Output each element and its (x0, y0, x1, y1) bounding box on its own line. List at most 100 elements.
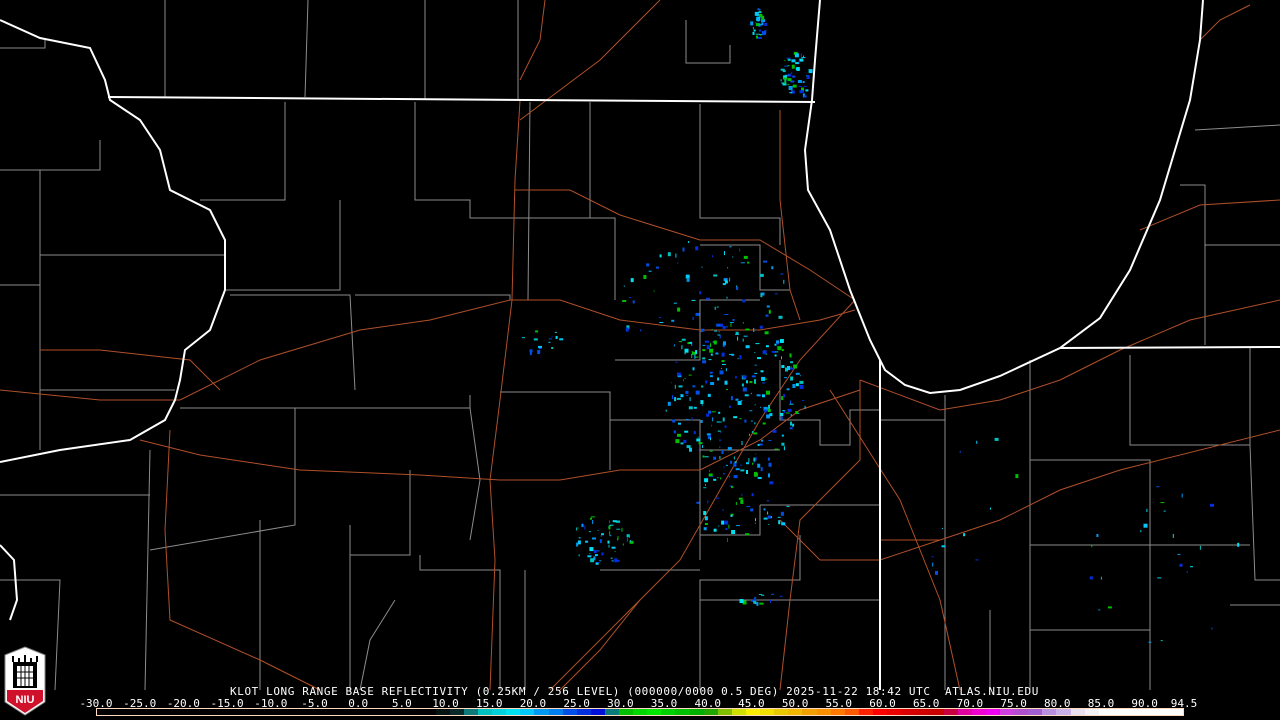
echo-pixel (791, 64, 795, 69)
echo-pixel (622, 543, 624, 546)
echo-pixel (724, 425, 727, 428)
echo-pixel (713, 274, 718, 277)
echo-pixel (577, 527, 579, 529)
echo-pixel (803, 95, 807, 98)
echo-pixel (784, 74, 789, 76)
echo-pixel (755, 456, 757, 461)
echo-pixel (742, 338, 744, 342)
echo-pixel (709, 348, 714, 353)
colorbar-swatch (929, 709, 944, 715)
echo-pixel (601, 533, 604, 536)
echo-pixel (749, 381, 753, 384)
echo-pixel (975, 559, 979, 561)
colorbar-swatch (661, 709, 676, 715)
echo-pixel (693, 406, 697, 409)
echo-pixel (725, 368, 727, 372)
echo-pixel (554, 331, 557, 333)
echo-pixel (786, 57, 791, 59)
colorbar-swatch (308, 709, 323, 715)
echo-pixel (787, 78, 792, 82)
echo-pixel (805, 89, 809, 92)
echo-pixel (737, 358, 739, 360)
echo-pixel (675, 361, 678, 363)
echo-pixel (646, 263, 650, 267)
echo-pixel (783, 394, 786, 398)
echo-pixel (596, 550, 600, 552)
echo-pixel (754, 422, 756, 425)
echo-pixel (942, 527, 943, 529)
echo-pixel (761, 376, 766, 381)
echo-pixel (751, 375, 756, 378)
echo-pixel (724, 520, 729, 525)
colorbar-swatch (1098, 709, 1113, 715)
echo-pixel (730, 322, 732, 327)
echo-pixel (777, 516, 781, 518)
echo-pixel (776, 346, 778, 349)
echo-pixel (777, 346, 782, 351)
echo-pixel (692, 367, 695, 371)
echo-pixel (752, 462, 753, 465)
echo-pixel (714, 306, 716, 310)
echo-pixel (691, 354, 693, 358)
echo-pixel (576, 527, 578, 531)
echo-pixel (711, 424, 713, 427)
echo-pixel (755, 518, 756, 522)
colorbar-swatch (1014, 709, 1029, 715)
echo-pixel (733, 475, 738, 479)
echo-pixel (1089, 576, 1093, 580)
colorbar-swatch (943, 709, 958, 715)
echo-pixel (799, 380, 804, 384)
echo-pixel (610, 557, 613, 559)
echo-pixel (713, 456, 717, 460)
colorbar-swatch (97, 709, 112, 715)
echo-pixel (760, 293, 763, 298)
echo-pixel (739, 355, 742, 360)
echo-pixel (994, 437, 999, 441)
echo-pixel (672, 419, 676, 423)
echo-pixel (621, 527, 623, 532)
echo-pixel (760, 467, 763, 472)
colorbar-swatch (421, 709, 436, 715)
echo-pixel (623, 285, 625, 287)
echo-pixel (702, 455, 705, 458)
colorbar-swatch (223, 709, 239, 715)
echo-pixel (731, 486, 734, 489)
colorbar-swatch (957, 709, 972, 715)
colorbar-swatch (971, 709, 986, 715)
echo-pixel (629, 540, 631, 542)
echo-pixel (591, 516, 595, 518)
echo-pixel (701, 266, 703, 268)
echo-pixel (776, 340, 779, 344)
colorbar-swatch (238, 709, 253, 715)
echo-pixel (719, 446, 721, 448)
radar-map[interactable] (0, 0, 1280, 720)
echo-pixel (791, 87, 793, 92)
echo-pixel (584, 525, 586, 530)
echo-pixel (720, 323, 723, 327)
echo-pixel (767, 515, 771, 519)
colorbar-swatch (1169, 709, 1184, 715)
echo-pixel (721, 520, 725, 525)
echo-pixel (680, 442, 684, 445)
echo-pixel (963, 533, 966, 537)
echo-pixel (721, 352, 725, 357)
echo-pixel (1177, 553, 1181, 555)
echo-pixel (758, 26, 761, 27)
echo-pixel (758, 11, 762, 14)
colorbar-swatch (534, 709, 549, 715)
echo-pixel (695, 350, 698, 355)
echo-pixel (756, 394, 761, 397)
echo-pixel (1148, 641, 1152, 643)
echo-pixel (710, 353, 713, 356)
echo-pixel (740, 499, 744, 504)
echo-pixel (630, 278, 634, 283)
echo-pixel (713, 340, 717, 345)
echo-pixel (774, 354, 777, 357)
echo-pixel (790, 400, 791, 404)
echo-pixel (688, 374, 692, 376)
echo-pixel (625, 327, 629, 332)
echo-pixel (688, 406, 693, 410)
echo-pixel (548, 338, 552, 340)
echo-pixel (808, 69, 813, 74)
echo-pixel (770, 599, 771, 603)
